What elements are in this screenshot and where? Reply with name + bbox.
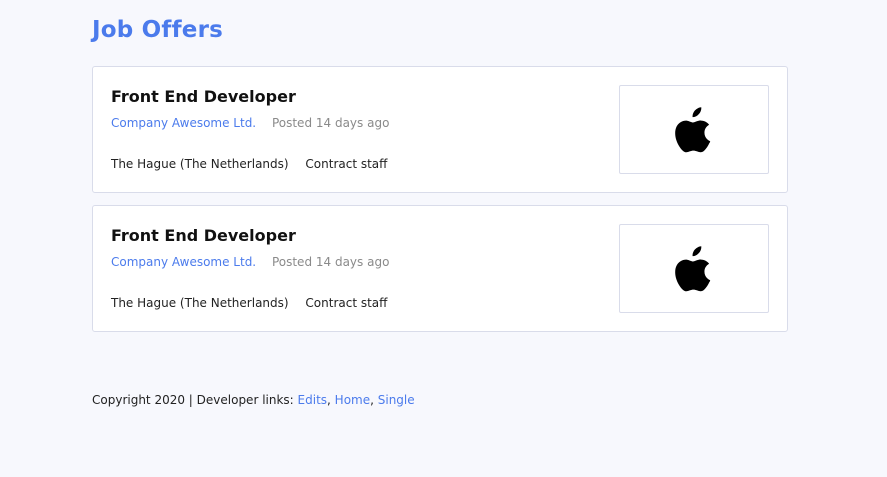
job-offer-card[interactable]: Front End Developer Company Awesome Ltd.… xyxy=(92,66,788,193)
job-title[interactable]: Front End Developer xyxy=(111,226,296,245)
page: Job Offers Front End Developer Company A… xyxy=(0,0,887,477)
job-offer-card[interactable]: Front End Developer Company Awesome Ltd.… xyxy=(92,205,788,332)
job-meta: Company Awesome Ltd. Posted 14 days ago xyxy=(111,116,389,130)
company-logo xyxy=(619,224,769,313)
link-separator: , xyxy=(370,393,378,407)
company-link[interactable]: Company Awesome Ltd. xyxy=(111,116,256,130)
company-link[interactable]: Company Awesome Ltd. xyxy=(111,255,256,269)
job-details: The Hague (The Netherlands) Contract sta… xyxy=(111,296,387,310)
job-contract-type: Contract staff xyxy=(305,157,388,171)
apple-logo-icon xyxy=(675,245,711,291)
footer: Copyright 2020 | Developer links: Edits,… xyxy=(92,393,415,407)
job-details: The Hague (The Netherlands) Contract sta… xyxy=(111,157,387,171)
footer-link-home[interactable]: Home xyxy=(335,393,370,407)
copyright-text: Copyright 2020 | Developer links: xyxy=(92,393,298,407)
posted-date: Posted 14 days ago xyxy=(271,116,390,130)
link-separator: , xyxy=(327,393,335,407)
company-logo xyxy=(619,85,769,174)
job-location: The Hague (The Netherlands) xyxy=(111,157,289,171)
posted-date: Posted 14 days ago xyxy=(271,255,390,269)
footer-link-single[interactable]: Single xyxy=(378,393,415,407)
job-contract-type: Contract staff xyxy=(305,296,388,310)
job-location: The Hague (The Netherlands) xyxy=(111,296,289,310)
job-title[interactable]: Front End Developer xyxy=(111,87,296,106)
job-offers-list: Front End Developer Company Awesome Ltd.… xyxy=(92,66,788,344)
page-title: Job Offers xyxy=(92,17,224,43)
job-meta: Company Awesome Ltd. Posted 14 days ago xyxy=(111,255,389,269)
footer-link-edits[interactable]: Edits xyxy=(298,393,328,407)
apple-logo-icon xyxy=(675,106,711,152)
